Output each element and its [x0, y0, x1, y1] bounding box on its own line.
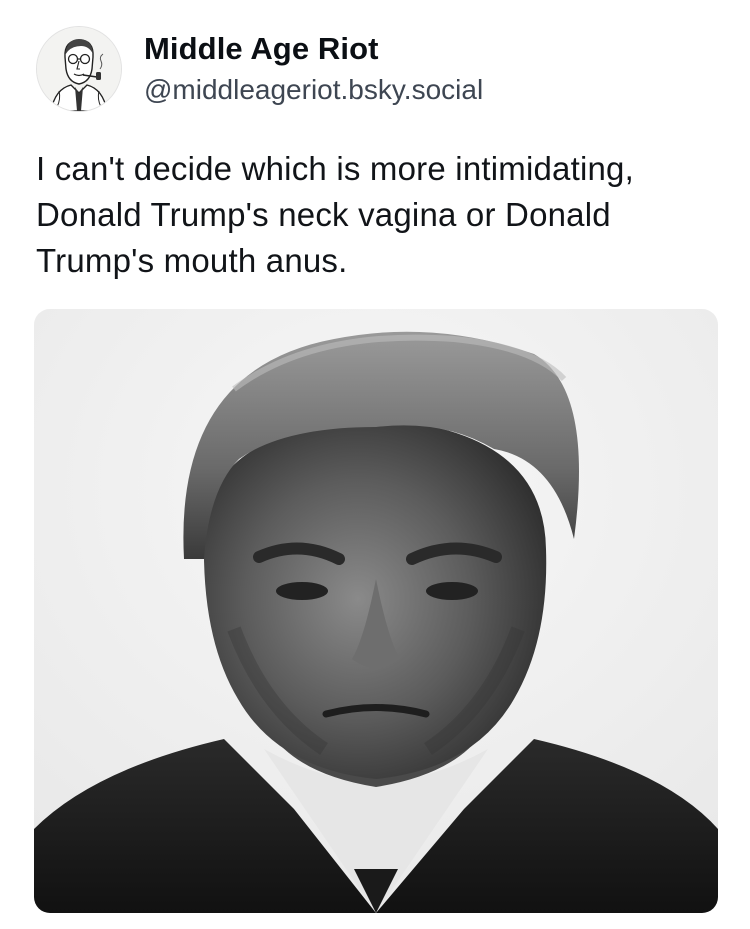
- author-handle[interactable]: @middleageriot.bsky.social: [144, 72, 483, 108]
- cartoon-man-with-pipe-icon: [37, 27, 121, 111]
- author-avatar[interactable]: [36, 26, 122, 112]
- author-names: Middle Age Riot @middleageriot.bsky.soci…: [144, 30, 483, 108]
- portrait-photo: [34, 309, 718, 913]
- post-image[interactable]: [34, 309, 718, 913]
- social-post: Middle Age Riot @middleageriot.bsky.soci…: [0, 0, 750, 929]
- author-display-name[interactable]: Middle Age Riot: [144, 30, 483, 68]
- post-body-text: I can't decide which is more intimidatin…: [36, 150, 634, 279]
- post-header: Middle Age Riot @middleageriot.bsky.soci…: [36, 26, 483, 112]
